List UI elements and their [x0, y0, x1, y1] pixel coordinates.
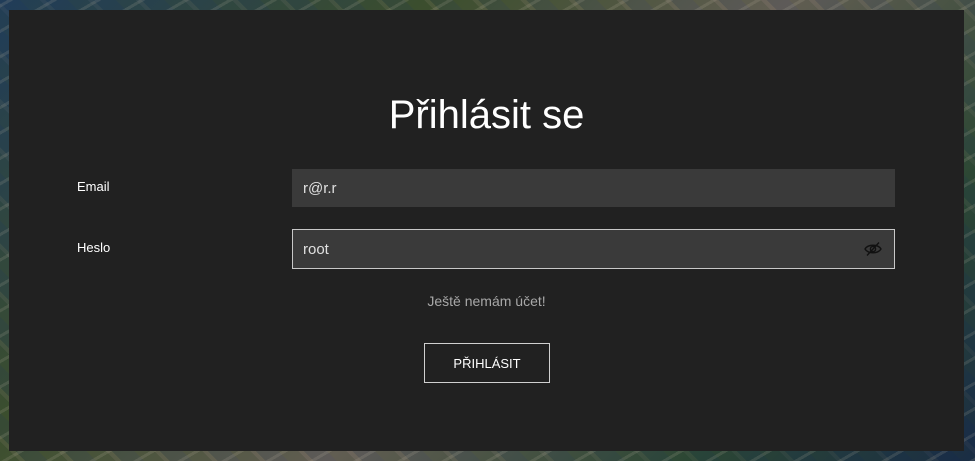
password-field-container [292, 229, 895, 269]
password-field[interactable] [293, 230, 894, 268]
eye-slash-icon[interactable] [864, 241, 882, 257]
password-label: Heslo [77, 240, 111, 255]
register-link[interactable]: Ještě nemám účet! [9, 292, 964, 310]
email-field-container [292, 169, 895, 207]
email-field[interactable] [293, 170, 894, 206]
page-title: Přihlásit se [388, 93, 585, 137]
email-label: Email [77, 179, 110, 194]
login-button[interactable]: PŘIHLÁSIT [424, 343, 550, 383]
login-panel: Přihlásit se Email Heslo Ještě nemám úče… [9, 10, 964, 451]
